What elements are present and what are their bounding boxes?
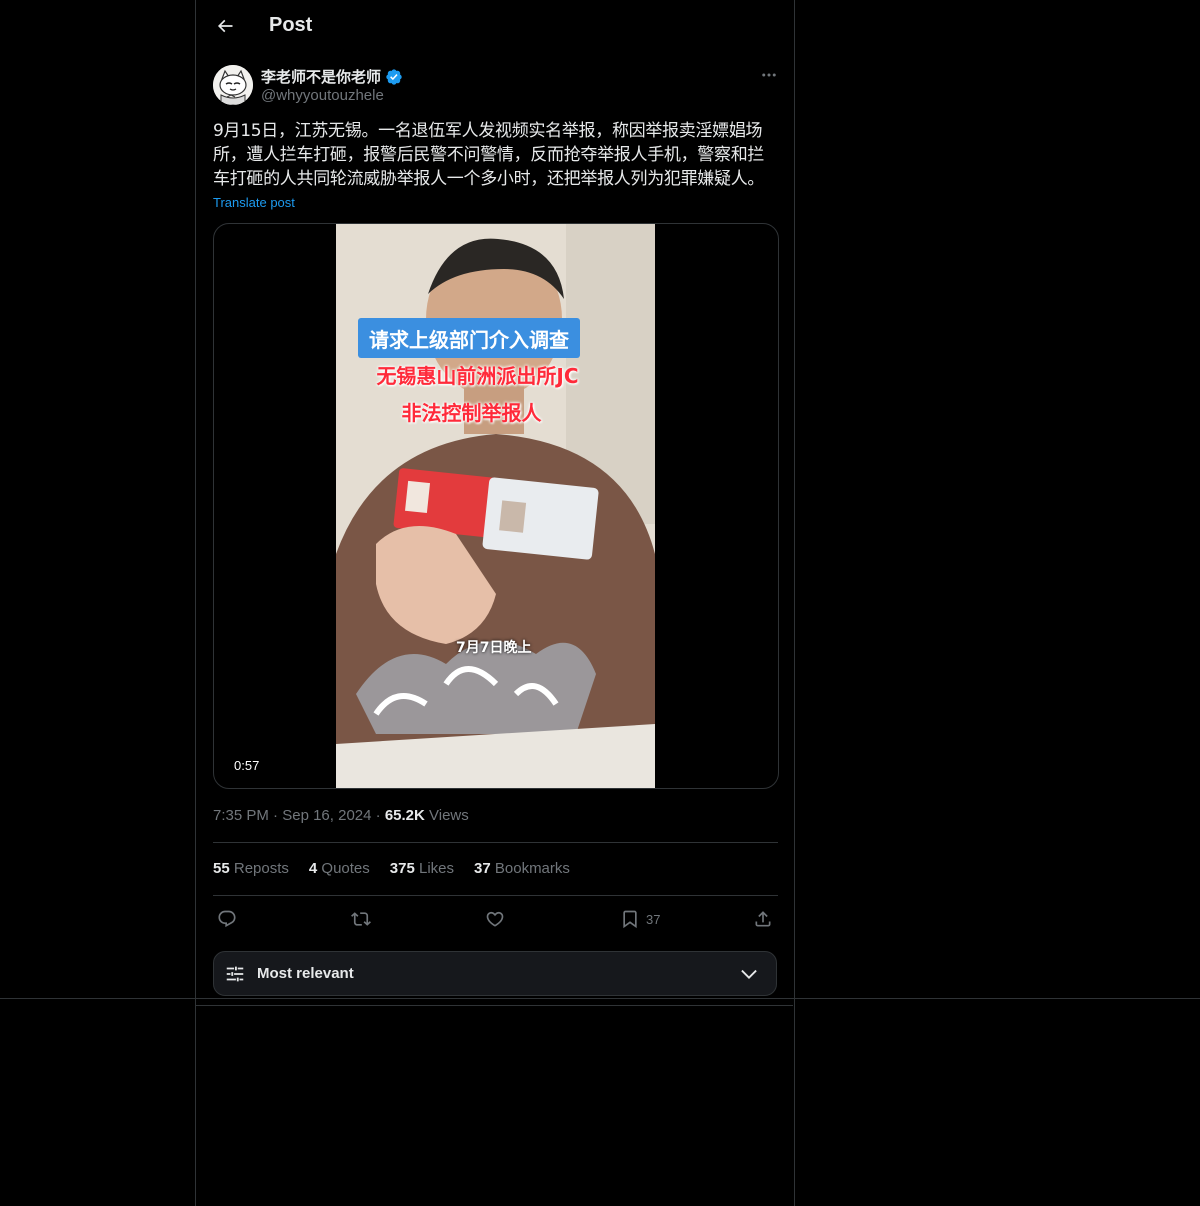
chevron-down-icon [741,969,757,979]
divider [0,998,1200,999]
repost-icon [351,912,371,926]
more-options-button[interactable] [756,64,782,86]
post-text: 9月15日，江苏无锡。一名退伍军人发视频实名举报，称因举报卖淫嫖娼场所，遭人拦车… [213,121,765,189]
reply-sort-dropdown[interactable]: Most relevant [213,951,777,996]
meta-separator: · [375,807,385,824]
post-meta: 7:35 PM · Sep 16, 2024 · 65.2K Views [213,807,469,824]
share-button[interactable] [753,907,773,931]
post-date[interactable]: Sep 16, 2024 [282,807,371,824]
verified-badge-icon [386,68,402,85]
author-handle[interactable]: @whyyoutouzhele [261,87,384,104]
page-title: Post [269,14,313,36]
heart-icon [486,911,504,927]
video-scene-image [336,224,655,788]
divider [213,895,778,896]
views-label: Views [429,807,469,824]
post-time[interactable]: 7:35 PM [213,807,269,824]
divider [196,1005,793,1006]
bookmarks-stat[interactable]: 37 Bookmarks [474,860,570,877]
author-display-name: 李老师不是你老师 [261,69,382,86]
likes-stat[interactable]: 375 Likes [390,860,454,877]
sliders-icon [226,966,244,982]
engagement-stats: 55 Reposts 4 Quotes 375 Likes 37 Bookmar… [213,860,570,877]
share-icon [755,911,771,927]
video-caption-1: 请求上级部门介入调查 [358,318,580,358]
bookmark-button[interactable]: 37 [620,907,660,931]
meta-separator: · [273,807,283,824]
author-name[interactable]: 李老师不是你老师 [261,66,403,87]
divider [213,842,778,843]
page-header: Post [196,0,794,54]
more-horizontal-icon [762,73,776,77]
repost-button[interactable] [351,907,371,931]
quotes-stat[interactable]: 4 Quotes [309,860,370,877]
video-player[interactable]: 请求上级部门介入调查 无锡惠山前洲派出所JC 非法控制举报人 7月7日晚上 0:… [213,223,779,789]
video-thumbnail: 请求上级部门介入调查 无锡惠山前洲派出所JC 非法控制举报人 7月7日晚上 [336,224,655,788]
sort-label: Most relevant [257,965,354,982]
back-button[interactable] [208,9,242,43]
main-column: Post 李老师不是你老师 @whyyoutouzhele 9月15日，江苏无锡… [195,0,795,1206]
bookmark-count: 37 [646,911,661,927]
avatar[interactable] [213,65,253,105]
video-caption-3: 非法控制举报人 [401,401,542,425]
like-button[interactable] [485,907,505,931]
reply-button[interactable] [217,907,237,931]
reply-icon [218,910,236,928]
video-duration: 0:57 [228,756,266,775]
video-caption-2: 无锡惠山前洲派出所JC [376,364,579,388]
video-caption-4: 7月7日晚上 [456,640,532,656]
views-count: 65.2K [384,807,425,824]
translate-post-link[interactable]: Translate post [213,195,295,210]
avatar-cat-icon [213,65,253,105]
reposts-stat[interactable]: 55 Reposts [213,860,289,877]
arrow-left-icon [217,19,233,33]
bookmark-icon [623,910,637,929]
